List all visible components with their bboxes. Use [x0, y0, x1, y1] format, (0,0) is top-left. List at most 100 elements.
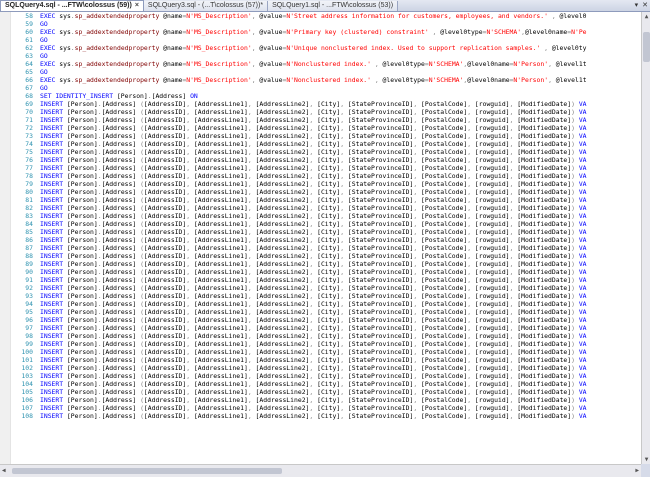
code-token: , — [309, 252, 318, 260]
code-token: [Address] — [101, 124, 141, 132]
code-token: [AddressLine2] — [255, 404, 310, 412]
code-token: VA — [578, 132, 587, 140]
tab-controls: ▾ ✕ — [635, 0, 648, 11]
code-token: [AddressLine1] — [193, 196, 248, 204]
code-token: , — [413, 220, 422, 228]
code-token: [Address] — [101, 380, 141, 388]
code-token: [City] — [317, 260, 341, 268]
horizontal-scrollbar[interactable]: ◀ ▶ — [0, 464, 641, 477]
code-token: , — [413, 164, 422, 172]
code-token: [AddressLine2] — [255, 188, 310, 196]
code-token: [Address] — [101, 268, 141, 276]
line-number: 89 — [25, 260, 33, 268]
code-token: , — [186, 108, 194, 116]
code-token: [Person] — [66, 116, 98, 124]
code-token: [ModifiedDate] — [517, 348, 572, 356]
code-token: , — [413, 124, 422, 132]
code-token: , — [340, 396, 348, 404]
code-token: , — [186, 196, 194, 204]
code-token: ) — [571, 364, 579, 372]
code-token: @name — [163, 76, 183, 84]
scroll-down-arrow-icon[interactable]: ▼ — [643, 456, 650, 463]
horizontal-scroll-thumb[interactable] — [12, 468, 282, 474]
code-token: [AddressLine2] — [255, 332, 310, 340]
code-token: , — [467, 372, 475, 380]
close-tab-icon[interactable]: × — [135, 1, 139, 11]
code-token: [AddressID] — [143, 140, 187, 148]
code-token: [AddressID] — [143, 228, 187, 236]
line-number: 59 — [25, 20, 33, 28]
line-number: 102 — [21, 364, 33, 372]
code-token: ) — [571, 196, 579, 204]
code-token: , — [340, 380, 348, 388]
code-line: 59 GO — [12, 20, 587, 28]
code-token: [ModifiedDate] — [517, 156, 572, 164]
code-token: [AddressID] — [143, 300, 187, 308]
code-token: , — [340, 188, 348, 196]
code-token: VA — [578, 284, 587, 292]
tab-list-dropdown-icon[interactable]: ▾ — [635, 1, 639, 11]
code-token: [AddressLine2] — [255, 180, 310, 188]
code-token: , — [340, 284, 348, 292]
scroll-left-arrow-icon[interactable]: ◀ — [2, 467, 6, 474]
code-token: [AddressLine1] — [193, 204, 248, 212]
code-token: VA — [578, 172, 587, 180]
code-token: ) — [571, 220, 579, 228]
code-token: , — [340, 196, 348, 204]
code-token: [Person] — [66, 308, 98, 316]
code-token: , — [247, 100, 256, 108]
code-token: , — [340, 404, 348, 412]
code-token: , — [413, 284, 422, 292]
code-token: [PostalCode] — [421, 316, 468, 324]
code-token: VA — [578, 316, 587, 324]
code-token: [AddressLine1] — [193, 292, 248, 300]
code-line: 100 INSERT [Person].[Address] ([AddressID… — [12, 348, 587, 356]
code-token: [ModifiedDate] — [517, 220, 572, 228]
code-line: 77 INSERT [Person].[Address] ([AddressID]… — [12, 164, 587, 172]
sql-editor[interactable]: 58 EXEC sys.sp_addextendedproperty @name=… — [0, 12, 641, 464]
code-token: [AddressLine1] — [193, 364, 248, 372]
code-token: [rowguid] — [474, 220, 510, 228]
code-line: 86 INSERT [Person].[Address] ([AddressID]… — [12, 236, 587, 244]
code-token: [AddressID] — [143, 292, 187, 300]
code-token: , — [413, 276, 422, 284]
code-token: [rowguid] — [474, 180, 510, 188]
line-number: 76 — [25, 156, 33, 164]
code-token: [AddressID] — [143, 100, 187, 108]
scroll-right-arrow-icon[interactable]: ▶ — [635, 467, 639, 474]
code-token: [AddressID] — [143, 180, 187, 188]
tab-1[interactable]: SQLQuery3.sql - (...T\colossus (57))* — [143, 1, 269, 11]
code-token: VA — [578, 300, 587, 308]
line-number: 101 — [21, 356, 33, 364]
code-token: SET IDENTITY_INSERT — [40, 92, 117, 100]
code-token: , — [186, 268, 194, 276]
code-token: , — [413, 364, 422, 372]
line-number: 67 — [25, 84, 33, 92]
code-token: [StateProvinceID] — [347, 284, 414, 292]
vertical-scroll-thumb[interactable] — [643, 32, 650, 62]
code-token: VA — [578, 108, 587, 116]
line-number: 85 — [25, 228, 33, 236]
code-token: @name — [163, 60, 183, 68]
code-token: , — [309, 348, 318, 356]
code-token: [AddressLine1] — [193, 236, 248, 244]
code-token: , — [186, 140, 194, 148]
code-token: [Address] — [101, 364, 141, 372]
tab-2[interactable]: SQLQuery1.sql - ...FTW\colossus (53)) — [268, 1, 399, 11]
close-window-icon[interactable]: ✕ — [642, 1, 648, 11]
code-token: @value — [259, 76, 283, 84]
code-token: ) — [571, 148, 579, 156]
code-token: GO — [40, 36, 48, 44]
vertical-scrollbar[interactable]: ▲ ▼ — [641, 12, 650, 464]
code-token: VA — [578, 148, 587, 156]
scroll-up-arrow-icon[interactable]: ▲ — [643, 13, 650, 20]
code-token: [PostalCode] — [421, 340, 468, 348]
code-token: , — [467, 124, 475, 132]
code-token: [StateProvinceID] — [347, 116, 414, 124]
code-token: VA — [578, 412, 587, 420]
code-token: INSERT — [40, 356, 67, 364]
line-number: 99 — [25, 340, 33, 348]
tab-0[interactable]: SQLQuery4.sql - ...FTW\colossus (59)) × — [0, 0, 144, 11]
code-token: [AddressID] — [143, 396, 187, 404]
code-token: [Person] — [66, 316, 98, 324]
